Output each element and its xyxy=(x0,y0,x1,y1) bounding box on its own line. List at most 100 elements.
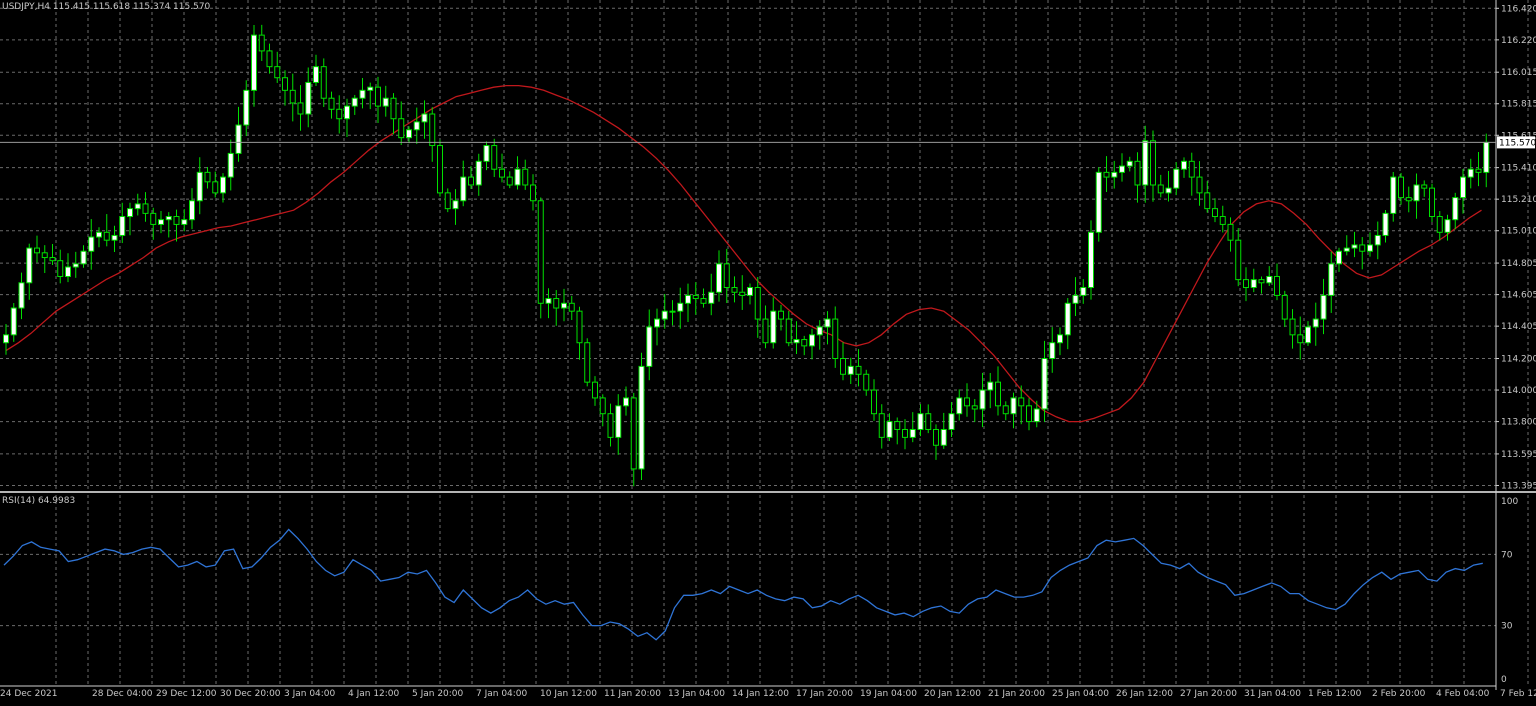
candle-body xyxy=(328,97,335,110)
candle-body xyxy=(491,145,498,170)
candle-body xyxy=(956,397,963,415)
main-chart-label: USDJPY,H4 115.415 115.618 115.374 115.57… xyxy=(2,2,211,12)
candle-body xyxy=(584,342,591,383)
candle-body xyxy=(754,287,761,320)
candle-body xyxy=(429,113,436,147)
candle-body xyxy=(460,176,467,202)
candle-body xyxy=(1142,140,1149,186)
candle-body xyxy=(1049,342,1056,359)
candle-body xyxy=(1165,187,1172,194)
candle-body xyxy=(382,97,389,107)
time-axis-tick-label: 28 Dec 04:00 xyxy=(92,689,153,699)
price-axis-tick-label: 113.800 xyxy=(1501,418,1536,428)
candle-body xyxy=(150,212,157,225)
candle-body xyxy=(3,334,9,344)
candle-body xyxy=(1041,357,1048,410)
chart-canvas[interactable]: 24 Dec 2021 28 Dec 04:00 29 Dec 12:00 30 De… xyxy=(0,0,1536,702)
candle-body xyxy=(1088,231,1094,289)
candle-body xyxy=(398,118,405,139)
price-axis-tick-label: 115.410 xyxy=(1501,164,1536,174)
candle-body xyxy=(940,428,947,446)
candle-body xyxy=(1436,216,1443,233)
candle-body xyxy=(1405,197,1412,202)
candle-body xyxy=(1320,294,1327,320)
candle-body xyxy=(948,413,955,430)
candle-body xyxy=(499,168,505,178)
candle-body xyxy=(708,291,715,304)
candle-body xyxy=(545,298,552,304)
candle-body xyxy=(1072,294,1079,304)
candle-body xyxy=(933,428,939,446)
candle-body xyxy=(886,421,893,438)
candle-body xyxy=(917,413,924,430)
candle-body xyxy=(119,216,126,236)
trading-chart[interactable]: 24 Dec 2021 28 Dec 04:00 29 Dec 12:00 30 De… xyxy=(0,0,1536,702)
candle-body xyxy=(909,428,916,438)
candle-body xyxy=(638,365,645,470)
candle-body xyxy=(1064,302,1071,336)
current-price-label: 115.570 xyxy=(1499,138,1536,148)
candle-body xyxy=(266,50,273,68)
candle-body xyxy=(607,413,614,438)
candle-body xyxy=(537,200,544,304)
time-axis-tick-label: 13 Jan 04:00 xyxy=(668,689,725,699)
candle-body xyxy=(1390,176,1397,214)
candle-body xyxy=(274,66,281,79)
price-axis-tick-label: 115.815 xyxy=(1501,100,1536,110)
candle-body xyxy=(297,102,304,115)
candle-body xyxy=(1460,176,1466,199)
time-axis-tick-label: 4 Feb 04:00 xyxy=(1436,689,1490,699)
candle-body xyxy=(18,282,25,309)
price-axis-tick-label: 115.210 xyxy=(1501,195,1536,205)
candle-body xyxy=(1219,216,1226,225)
candle-body xyxy=(816,326,823,336)
candle-body xyxy=(26,247,33,284)
time-axis-tick-label: 17 Jan 20:00 xyxy=(796,689,853,699)
candle-body xyxy=(623,397,629,407)
rsi-axis-tick-label: 100 xyxy=(1501,497,1518,507)
candle-body xyxy=(1018,397,1025,407)
candle-body xyxy=(220,176,226,194)
candle-body xyxy=(367,86,374,91)
candle-body xyxy=(747,287,753,296)
time-axis-tick-label: 11 Jan 20:00 xyxy=(604,689,661,699)
candle-body xyxy=(196,171,203,202)
candle-body xyxy=(1111,171,1118,178)
candle-body xyxy=(344,105,350,120)
candle-body xyxy=(1204,192,1211,210)
candle-body xyxy=(320,66,327,99)
candle-body xyxy=(1429,187,1435,218)
candle-body xyxy=(1382,212,1389,236)
candle-body xyxy=(568,302,575,312)
candle-body xyxy=(894,421,901,430)
candle-body xyxy=(1266,275,1273,284)
candle-body xyxy=(1328,263,1335,296)
candle-body xyxy=(1227,223,1234,241)
candle-body xyxy=(716,263,722,293)
candle-body xyxy=(1150,140,1156,186)
candle-body xyxy=(1250,279,1257,289)
candle-body xyxy=(406,129,412,139)
candle-body xyxy=(475,160,482,186)
candle-body xyxy=(1281,294,1288,320)
candle-body xyxy=(801,339,808,347)
candle-body xyxy=(1196,176,1203,194)
chart-background xyxy=(0,0,1536,702)
candle-body xyxy=(173,216,180,225)
candle-body xyxy=(1119,165,1125,173)
candle-body xyxy=(158,219,164,225)
candle-body xyxy=(979,389,986,410)
candle-body xyxy=(863,373,870,391)
time-axis-tick-label: 2 Feb 20:00 xyxy=(1372,689,1426,699)
candle-body xyxy=(685,294,691,304)
grid xyxy=(0,0,1536,702)
candle-body xyxy=(204,171,211,183)
candle-body xyxy=(739,291,746,296)
candle-body xyxy=(49,257,56,262)
candle-body xyxy=(723,263,730,289)
candle-body xyxy=(1475,168,1482,173)
candle-body xyxy=(824,318,831,328)
candle-body xyxy=(793,339,800,344)
candle-body xyxy=(1212,208,1218,218)
candle-body xyxy=(41,252,48,259)
